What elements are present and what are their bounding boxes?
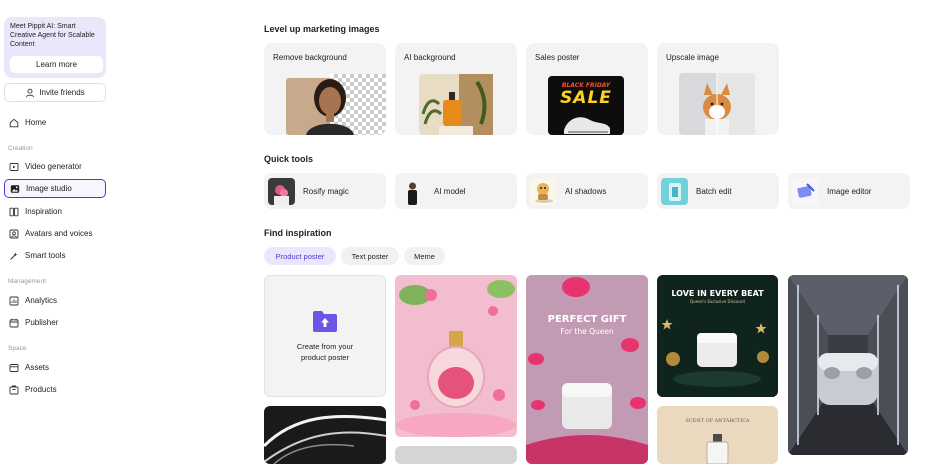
sidebar-item-avatars-voices[interactable]: Avatars and voices	[4, 224, 106, 243]
perfume-poster-image	[395, 275, 517, 437]
create-card-label: Create from your product poster	[296, 342, 354, 362]
sidebar-item-assets[interactable]: Assets	[4, 358, 106, 377]
sneaker-icon	[564, 117, 610, 134]
calendar-icon	[9, 318, 19, 328]
learn-more-button[interactable]: Learn more	[10, 56, 103, 73]
inspiration-card-partial[interactable]	[395, 446, 517, 464]
quick-tool-image-editor[interactable]: Image editor	[788, 173, 910, 209]
avatar-icon	[9, 229, 19, 239]
sidebar-item-label: Analytics	[25, 296, 58, 305]
light-trails-image	[264, 414, 386, 464]
quick-tool-batch-edit[interactable]: Batch edit	[657, 173, 779, 209]
sidebar-item-label: Inspiration	[25, 207, 62, 216]
poster-text: LOVE IN EVERY BEAT	[671, 289, 764, 298]
poster-text: SALE	[560, 88, 612, 108]
card-label: Remove background	[273, 53, 347, 62]
inspiration-card-love-beat[interactable]: LOVE IN EVERY BEAT Queen's Exclusive Dis…	[657, 275, 778, 397]
poster-text: Queen's Exclusive Discount	[689, 299, 746, 304]
scent-image	[706, 434, 729, 464]
quick-tool-label: Batch edit	[696, 186, 732, 196]
card-label: Upscale image	[666, 53, 719, 62]
ai-model-thumbnail	[399, 177, 426, 205]
quick-tool-ai-model[interactable]: AI model	[395, 173, 517, 209]
sidebar-item-label: Smart tools	[25, 251, 66, 260]
sidebar-item-label: Products	[25, 385, 57, 394]
sales-poster-thumbnail: BLACK FRIDAY SALE	[548, 76, 624, 135]
sidebar-item-label: Video generator	[25, 162, 82, 171]
inspiration-card-perfect-gift[interactable]: PERFECT GIFT For the Queen	[526, 275, 648, 464]
create-from-product-poster-card[interactable]: Create from your product poster	[264, 275, 386, 397]
perfect-gift-image	[526, 275, 648, 464]
folder-upload-icon	[313, 311, 337, 332]
products-icon	[9, 385, 19, 395]
rosify-thumbnail	[268, 177, 295, 205]
card-sales-poster[interactable]: Sales poster BLACK FRIDAY SALE	[526, 43, 648, 135]
batch-edit-thumbnail	[661, 177, 688, 205]
promo-title: Meet Pippit AI: Smart Creative Agent for…	[10, 23, 95, 48]
quick-tool-ai-shadows[interactable]: AI shadows	[526, 173, 648, 209]
section-label-creation: Creation	[8, 145, 33, 152]
tab-product-poster[interactable]: Product poster	[264, 247, 336, 265]
sidebar-item-image-studio[interactable]: Image studio	[4, 179, 106, 198]
quick-tools-title: Quick tools	[264, 154, 314, 164]
sidebar-item-publisher[interactable]: Publisher	[4, 313, 106, 332]
card-remove-background[interactable]: Remove background	[264, 43, 386, 135]
assets-icon	[9, 363, 19, 373]
person-add-icon	[25, 88, 35, 98]
sidebar-item-analytics[interactable]: Analytics	[4, 291, 106, 310]
ai-background-thumbnail	[419, 74, 493, 135]
video-icon	[9, 162, 19, 172]
invite-friends-button[interactable]: Invite friends	[4, 83, 106, 102]
find-inspiration-title: Find inspiration	[264, 228, 332, 238]
card-upscale-image[interactable]: Upscale image	[657, 43, 779, 135]
sidebar-item-products[interactable]: Products	[4, 380, 106, 399]
poster-text: PERFECT GIFT	[547, 314, 627, 325]
sidebar-item-label: Home	[25, 118, 47, 127]
sidebar-item-inspiration[interactable]: Inspiration	[4, 202, 106, 221]
quick-tool-rosify-magic[interactable]: Rosify magic	[264, 173, 386, 209]
ai-shadows-thumbnail	[530, 177, 557, 205]
sidebar-item-label: Publisher	[25, 318, 59, 327]
section-label-management: Management	[8, 278, 46, 285]
upscale-thumbnail	[679, 73, 755, 135]
image-icon	[10, 184, 20, 194]
card-ai-background[interactable]: AI background	[395, 43, 517, 135]
card-label: AI background	[404, 53, 456, 62]
inspiration-card-light-trails[interactable]	[264, 406, 386, 464]
inspiration-card-scent[interactable]: SCENT OF ANTARCTICA	[657, 406, 778, 464]
image-editor-thumbnail	[792, 177, 819, 205]
sidebar: Meet Pippit AI: Smart Creative Agent for…	[0, 0, 112, 464]
earbuds-image	[788, 275, 908, 455]
main-content: Level up marketing images Remove backgro…	[264, 0, 936, 464]
remove-background-thumbnail	[286, 74, 386, 135]
inspiration-card-earbuds[interactable]	[788, 275, 908, 455]
tab-meme[interactable]: Meme	[404, 247, 445, 265]
invite-friends-label: Invite friends	[39, 88, 85, 97]
quick-tool-label: Rosify magic	[303, 186, 349, 196]
sidebar-item-label: Assets	[25, 363, 50, 372]
promo-banner: Meet Pippit AI: Smart Creative Agent for…	[4, 17, 106, 78]
sidebar-item-home[interactable]: Home	[4, 113, 106, 132]
tools-icon	[9, 251, 19, 261]
quick-tool-label: AI model	[434, 186, 466, 196]
quick-tool-label: Image editor	[827, 186, 872, 196]
section-label-space: Space	[8, 345, 27, 352]
home-icon	[9, 118, 19, 128]
sidebar-item-video-generator[interactable]: Video generator	[4, 157, 106, 176]
quick-tool-label: AI shadows	[565, 186, 607, 196]
card-label: Sales poster	[535, 53, 580, 62]
sidebar-item-label: Avatars and voices	[25, 229, 93, 238]
analytics-icon	[9, 296, 19, 306]
level-up-title: Level up marketing images	[264, 24, 380, 34]
tab-text-poster[interactable]: Text poster	[341, 247, 399, 265]
inspiration-card-perfume[interactable]	[395, 275, 517, 437]
poster-text: For the Queen	[560, 327, 614, 336]
sidebar-item-smart-tools[interactable]: Smart tools	[4, 246, 106, 265]
sidebar-item-label: Image studio	[26, 184, 72, 193]
inspiration-icon	[9, 207, 19, 217]
